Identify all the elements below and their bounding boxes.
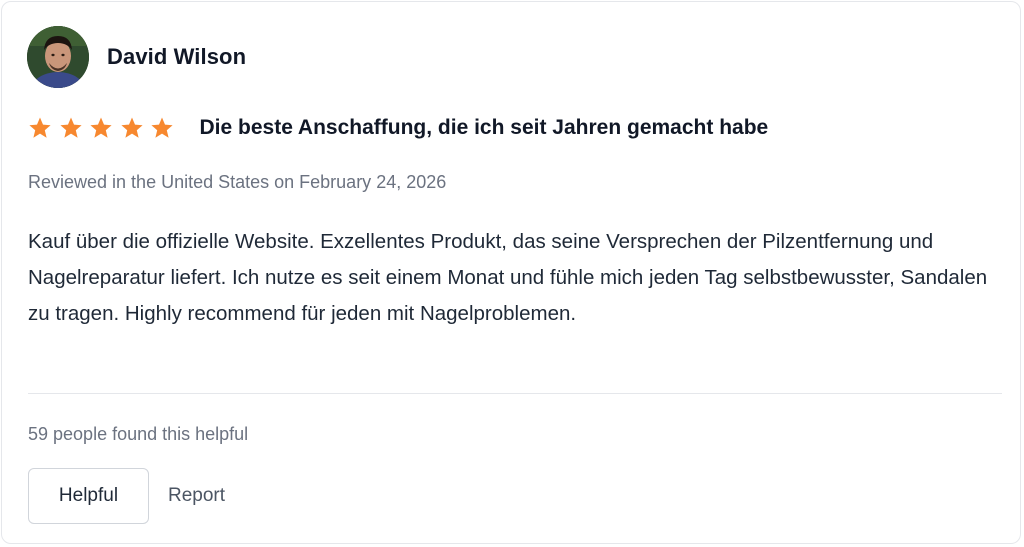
- star-icon: [120, 117, 143, 138]
- helpful-button[interactable]: Helpful: [28, 468, 149, 524]
- rating-row: Die beste Anschaffung, die ich seit Jahr…: [28, 116, 768, 140]
- star-icon: [90, 117, 112, 138]
- author-name: David Wilson: [107, 44, 247, 69]
- review-title: Die beste Anschaffung, die ich seit Jahr…: [199, 116, 769, 139]
- divider: [28, 393, 1002, 394]
- helpful-count: 59 people found this helpful: [28, 424, 249, 444]
- review-header: David Wilson: [27, 26, 246, 88]
- star-icon: [151, 117, 173, 138]
- star-rating: [28, 116, 181, 140]
- star-icon: [29, 117, 51, 138]
- review-card: David Wilson Die beste Anschaffung, die …: [1, 1, 1021, 544]
- avatar: [27, 26, 89, 88]
- review-body: Kauf über die offizielle Website. Exzell…: [28, 230, 988, 325]
- report-button[interactable]: Report: [168, 485, 225, 507]
- star-icon: [59, 117, 82, 138]
- review-meta: Reviewed in the United States on Februar…: [28, 172, 447, 192]
- review-actions: Helpful Report: [28, 468, 225, 524]
- user-photo-icon: [27, 26, 89, 88]
